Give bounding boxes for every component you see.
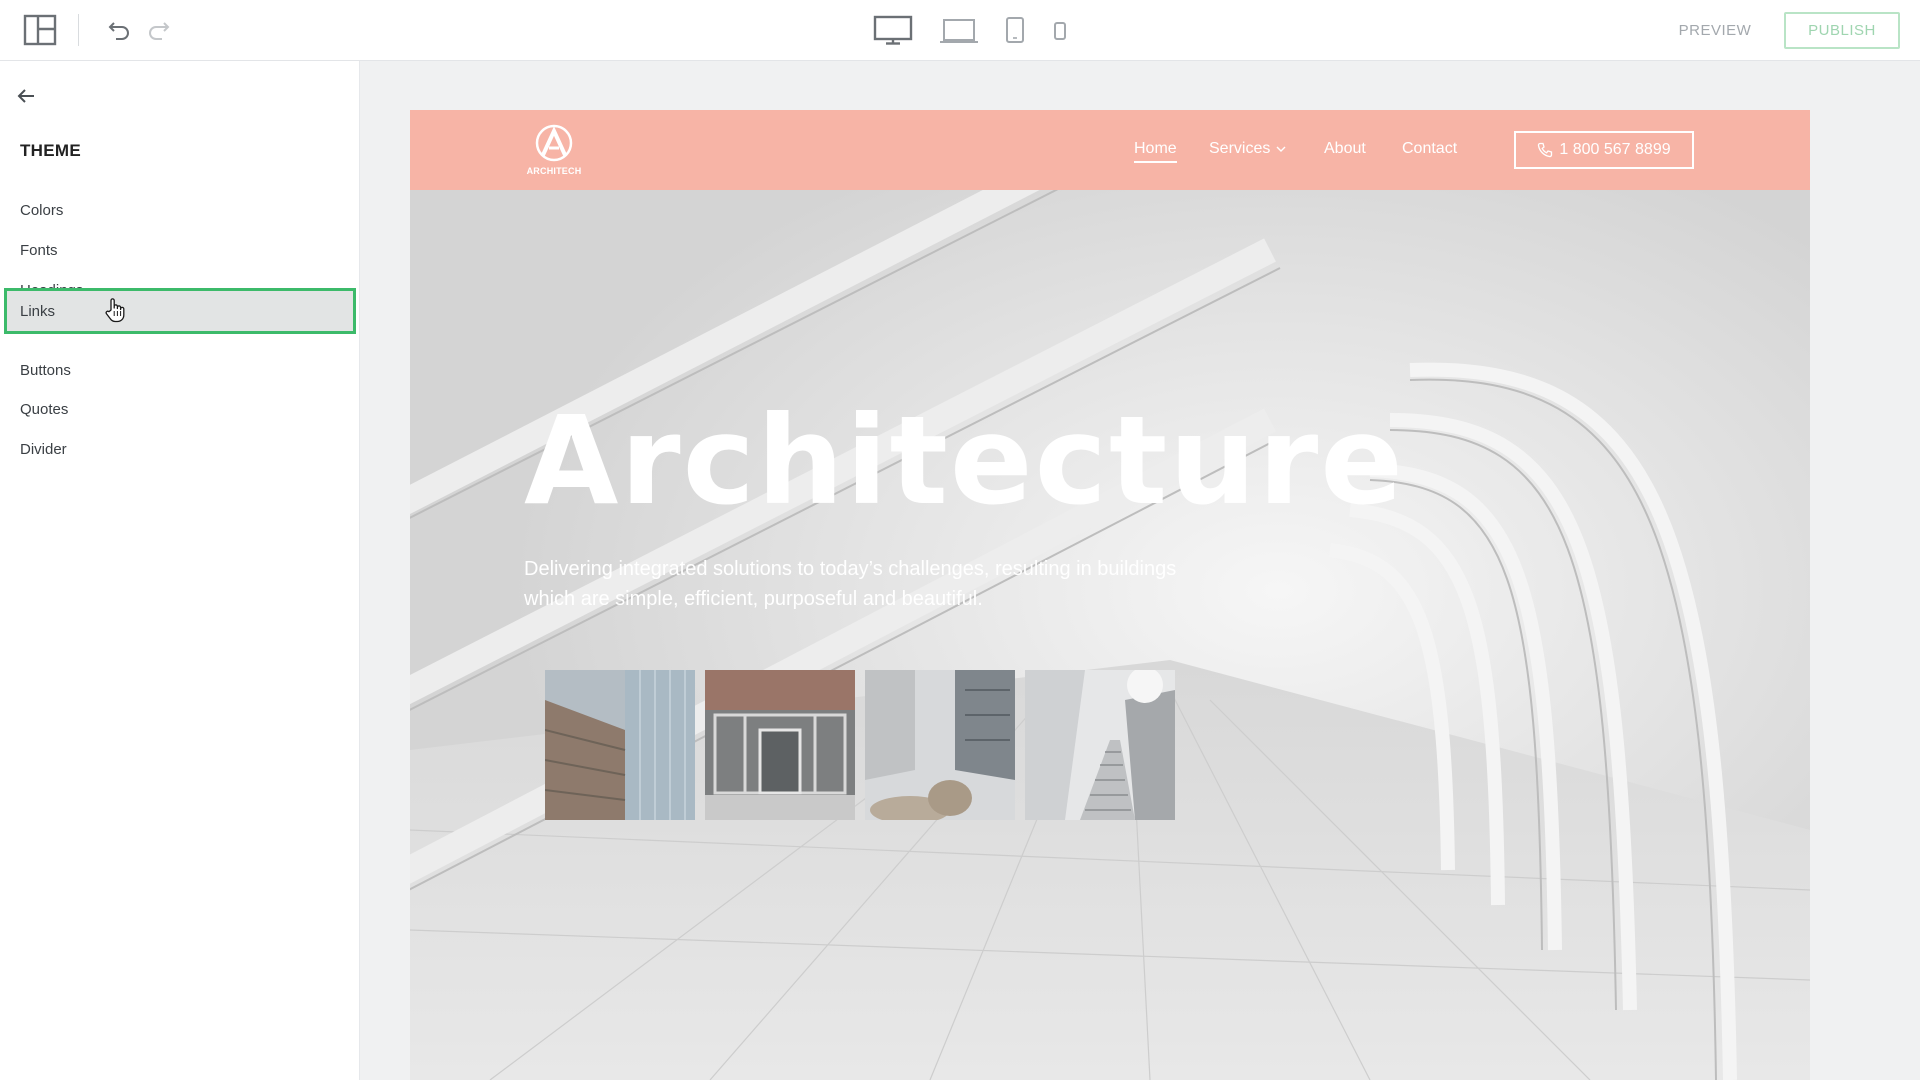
- editor-toolbar: PREVIEW PUBLISH: [0, 0, 1920, 61]
- building-photo-2: [705, 670, 855, 820]
- architech-logo[interactable]: ARCHITECH: [524, 124, 584, 180]
- gallery-thumbnail[interactable]: [865, 670, 1015, 820]
- publish-button[interactable]: PUBLISH: [1784, 12, 1900, 49]
- nav-home[interactable]: Home: [1134, 140, 1177, 163]
- sidebar-item-fonts[interactable]: Fonts: [4, 230, 356, 270]
- sidebar-item-label: Fonts: [20, 241, 58, 259]
- sidebar-item-label: Quotes: [20, 400, 69, 418]
- gallery-thumbnail[interactable]: [1025, 670, 1175, 820]
- hero-section: Architecture Delivering integrated solut…: [410, 190, 1810, 1080]
- sidebar-item-divider[interactable]: Divider: [4, 429, 356, 469]
- back-arrow-icon[interactable]: [16, 87, 40, 107]
- hero-subtitle: Delivering integrated solutions to today…: [524, 558, 1177, 610]
- gallery-thumbnail[interactable]: [705, 670, 855, 820]
- layout-icon[interactable]: [20, 12, 60, 48]
- phone-icon: [1538, 142, 1553, 158]
- redo-icon[interactable]: [144, 14, 174, 44]
- desktop-icon[interactable]: [872, 12, 914, 48]
- sidebar-item-links[interactable]: Links: [4, 288, 356, 334]
- theme-sidebar: THEME Colors Fonts Headings Links Button…: [0, 61, 360, 1080]
- sidebar-item-label: Divider: [20, 440, 67, 458]
- tablet-icon[interactable]: [1002, 12, 1028, 48]
- phone-button[interactable]: 1 800 567 8899: [1514, 131, 1694, 169]
- undo-icon[interactable]: [104, 14, 134, 44]
- hero-background-image: [410, 190, 1810, 1080]
- gallery-thumbnail[interactable]: [545, 670, 695, 820]
- thumbnail-gallery: [545, 670, 1175, 820]
- sidebar-title: THEME: [20, 141, 81, 160]
- logo-text: ARCHITECH: [526, 166, 582, 176]
- sidebar-item-label: Colors: [20, 201, 64, 219]
- building-photo-1: [545, 670, 695, 820]
- toolbar-divider: [78, 14, 79, 46]
- preview-button[interactable]: PREVIEW: [1660, 16, 1770, 44]
- sidebar-item-label: Buttons: [20, 361, 71, 379]
- mobile-icon[interactable]: [1050, 16, 1070, 46]
- chevron-down-icon: [1276, 146, 1286, 152]
- sidebar-item-label: Links: [20, 302, 56, 320]
- nav-services[interactable]: Services: [1209, 140, 1287, 158]
- sidebar-item-colors[interactable]: Colors: [4, 190, 356, 230]
- site-preview: ARCHITECH Home Services About Contact 1 …: [410, 110, 1810, 1080]
- laptop-icon[interactable]: [938, 12, 980, 48]
- sidebar-item-quotes[interactable]: Quotes: [4, 389, 356, 429]
- site-header: ARCHITECH Home Services About Contact 1 …: [410, 110, 1810, 190]
- hero-title: Architecture: [524, 390, 1406, 532]
- building-photo-4: [1025, 670, 1175, 820]
- nav-about[interactable]: About: [1324, 140, 1366, 158]
- nav-services-label: Services: [1209, 140, 1271, 157]
- building-photo-3: [865, 670, 1015, 820]
- nav-contact[interactable]: Contact: [1402, 140, 1457, 158]
- sidebar-item-buttons[interactable]: Buttons: [4, 350, 356, 390]
- phone-number: 1 800 567 8899: [1559, 141, 1671, 158]
- logo-a-icon: [535, 124, 573, 162]
